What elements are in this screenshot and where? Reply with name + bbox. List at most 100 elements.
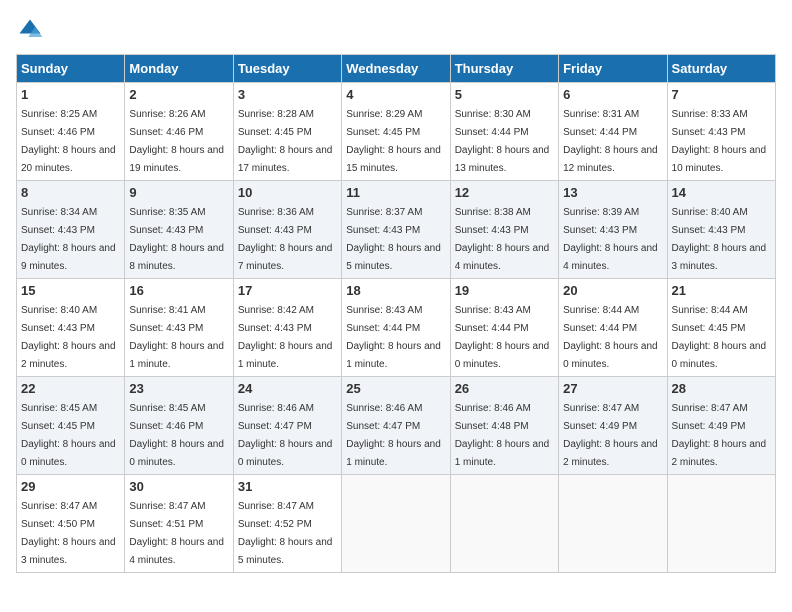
day-number: 8 (21, 185, 120, 200)
day-info: Sunrise: 8:46 AMSunset: 4:48 PMDaylight:… (455, 403, 550, 468)
calendar-week-5: 29 Sunrise: 8:47 AMSunset: 4:50 PMDaylig… (17, 475, 776, 573)
day-info: Sunrise: 8:46 AMSunset: 4:47 PMDaylight:… (346, 403, 441, 468)
day-number: 30 (129, 479, 228, 494)
day-number: 4 (346, 87, 445, 102)
weekday-header-saturday: Saturday (667, 55, 775, 83)
day-info: Sunrise: 8:44 AMSunset: 4:45 PMDaylight:… (672, 305, 767, 370)
calendar-cell: 10 Sunrise: 8:36 AMSunset: 4:43 PMDaylig… (233, 181, 341, 279)
calendar-cell: 11 Sunrise: 8:37 AMSunset: 4:43 PMDaylig… (342, 181, 450, 279)
day-info: Sunrise: 8:43 AMSunset: 4:44 PMDaylight:… (346, 305, 441, 370)
calendar-cell: 20 Sunrise: 8:44 AMSunset: 4:44 PMDaylig… (559, 279, 667, 377)
page-header (16, 16, 776, 44)
day-info: Sunrise: 8:44 AMSunset: 4:44 PMDaylight:… (563, 305, 658, 370)
calendar-week-3: 15 Sunrise: 8:40 AMSunset: 4:43 PMDaylig… (17, 279, 776, 377)
day-number: 5 (455, 87, 554, 102)
calendar-cell: 26 Sunrise: 8:46 AMSunset: 4:48 PMDaylig… (450, 377, 558, 475)
day-number: 29 (21, 479, 120, 494)
day-number: 26 (455, 381, 554, 396)
day-number: 13 (563, 185, 662, 200)
calendar-cell: 17 Sunrise: 8:42 AMSunset: 4:43 PMDaylig… (233, 279, 341, 377)
day-info: Sunrise: 8:46 AMSunset: 4:47 PMDaylight:… (238, 403, 333, 468)
day-info: Sunrise: 8:40 AMSunset: 4:43 PMDaylight:… (21, 305, 116, 370)
calendar-cell: 9 Sunrise: 8:35 AMSunset: 4:43 PMDayligh… (125, 181, 233, 279)
day-info: Sunrise: 8:28 AMSunset: 4:45 PMDaylight:… (238, 109, 333, 174)
weekday-header-tuesday: Tuesday (233, 55, 341, 83)
day-info: Sunrise: 8:29 AMSunset: 4:45 PMDaylight:… (346, 109, 441, 174)
day-number: 24 (238, 381, 337, 396)
calendar-cell (667, 475, 775, 573)
calendar-cell: 5 Sunrise: 8:30 AMSunset: 4:44 PMDayligh… (450, 83, 558, 181)
weekday-header-thursday: Thursday (450, 55, 558, 83)
calendar-cell: 13 Sunrise: 8:39 AMSunset: 4:43 PMDaylig… (559, 181, 667, 279)
day-number: 6 (563, 87, 662, 102)
calendar-cell: 6 Sunrise: 8:31 AMSunset: 4:44 PMDayligh… (559, 83, 667, 181)
day-info: Sunrise: 8:26 AMSunset: 4:46 PMDaylight:… (129, 109, 224, 174)
day-number: 2 (129, 87, 228, 102)
calendar-cell (450, 475, 558, 573)
day-number: 12 (455, 185, 554, 200)
day-info: Sunrise: 8:47 AMSunset: 4:49 PMDaylight:… (672, 403, 767, 468)
calendar-cell: 18 Sunrise: 8:43 AMSunset: 4:44 PMDaylig… (342, 279, 450, 377)
weekday-header-sunday: Sunday (17, 55, 125, 83)
calendar-week-1: 1 Sunrise: 8:25 AMSunset: 4:46 PMDayligh… (17, 83, 776, 181)
day-number: 7 (672, 87, 771, 102)
day-info: Sunrise: 8:47 AMSunset: 4:50 PMDaylight:… (21, 501, 116, 566)
day-info: Sunrise: 8:45 AMSunset: 4:45 PMDaylight:… (21, 403, 116, 468)
day-number: 25 (346, 381, 445, 396)
calendar-cell: 19 Sunrise: 8:43 AMSunset: 4:44 PMDaylig… (450, 279, 558, 377)
calendar-cell: 12 Sunrise: 8:38 AMSunset: 4:43 PMDaylig… (450, 181, 558, 279)
day-info: Sunrise: 8:37 AMSunset: 4:43 PMDaylight:… (346, 207, 441, 272)
day-number: 16 (129, 283, 228, 298)
calendar-cell: 2 Sunrise: 8:26 AMSunset: 4:46 PMDayligh… (125, 83, 233, 181)
calendar-cell: 1 Sunrise: 8:25 AMSunset: 4:46 PMDayligh… (17, 83, 125, 181)
day-info: Sunrise: 8:47 AMSunset: 4:49 PMDaylight:… (563, 403, 658, 468)
calendar-cell: 27 Sunrise: 8:47 AMSunset: 4:49 PMDaylig… (559, 377, 667, 475)
calendar-cell: 22 Sunrise: 8:45 AMSunset: 4:45 PMDaylig… (17, 377, 125, 475)
day-number: 27 (563, 381, 662, 396)
day-info: Sunrise: 8:41 AMSunset: 4:43 PMDaylight:… (129, 305, 224, 370)
day-info: Sunrise: 8:39 AMSunset: 4:43 PMDaylight:… (563, 207, 658, 272)
calendar-cell: 24 Sunrise: 8:46 AMSunset: 4:47 PMDaylig… (233, 377, 341, 475)
day-number: 17 (238, 283, 337, 298)
day-number: 21 (672, 283, 771, 298)
calendar-cell: 23 Sunrise: 8:45 AMSunset: 4:46 PMDaylig… (125, 377, 233, 475)
weekday-header-friday: Friday (559, 55, 667, 83)
calendar-cell: 8 Sunrise: 8:34 AMSunset: 4:43 PMDayligh… (17, 181, 125, 279)
calendar-cell: 14 Sunrise: 8:40 AMSunset: 4:43 PMDaylig… (667, 181, 775, 279)
day-number: 10 (238, 185, 337, 200)
calendar-cell: 29 Sunrise: 8:47 AMSunset: 4:50 PMDaylig… (17, 475, 125, 573)
day-info: Sunrise: 8:33 AMSunset: 4:43 PMDaylight:… (672, 109, 767, 174)
day-number: 19 (455, 283, 554, 298)
day-info: Sunrise: 8:47 AMSunset: 4:51 PMDaylight:… (129, 501, 224, 566)
calendar-cell: 3 Sunrise: 8:28 AMSunset: 4:45 PMDayligh… (233, 83, 341, 181)
day-number: 3 (238, 87, 337, 102)
calendar-cell: 21 Sunrise: 8:44 AMSunset: 4:45 PMDaylig… (667, 279, 775, 377)
day-number: 15 (21, 283, 120, 298)
calendar-week-2: 8 Sunrise: 8:34 AMSunset: 4:43 PMDayligh… (17, 181, 776, 279)
day-number: 9 (129, 185, 228, 200)
day-info: Sunrise: 8:36 AMSunset: 4:43 PMDaylight:… (238, 207, 333, 272)
day-info: Sunrise: 8:38 AMSunset: 4:43 PMDaylight:… (455, 207, 550, 272)
day-info: Sunrise: 8:47 AMSunset: 4:52 PMDaylight:… (238, 501, 333, 566)
logo (16, 16, 48, 44)
calendar-cell: 16 Sunrise: 8:41 AMSunset: 4:43 PMDaylig… (125, 279, 233, 377)
day-info: Sunrise: 8:25 AMSunset: 4:46 PMDaylight:… (21, 109, 116, 174)
day-number: 28 (672, 381, 771, 396)
day-number: 22 (21, 381, 120, 396)
calendar-cell: 30 Sunrise: 8:47 AMSunset: 4:51 PMDaylig… (125, 475, 233, 573)
weekday-header-monday: Monday (125, 55, 233, 83)
day-info: Sunrise: 8:30 AMSunset: 4:44 PMDaylight:… (455, 109, 550, 174)
calendar-header-row: SundayMondayTuesdayWednesdayThursdayFrid… (17, 55, 776, 83)
day-number: 1 (21, 87, 120, 102)
calendar-cell (342, 475, 450, 573)
day-info: Sunrise: 8:45 AMSunset: 4:46 PMDaylight:… (129, 403, 224, 468)
day-info: Sunrise: 8:34 AMSunset: 4:43 PMDaylight:… (21, 207, 116, 272)
calendar-table: SundayMondayTuesdayWednesdayThursdayFrid… (16, 54, 776, 573)
calendar-week-4: 22 Sunrise: 8:45 AMSunset: 4:45 PMDaylig… (17, 377, 776, 475)
weekday-header-wednesday: Wednesday (342, 55, 450, 83)
day-number: 14 (672, 185, 771, 200)
logo-icon (16, 16, 44, 44)
calendar-cell: 25 Sunrise: 8:46 AMSunset: 4:47 PMDaylig… (342, 377, 450, 475)
day-info: Sunrise: 8:43 AMSunset: 4:44 PMDaylight:… (455, 305, 550, 370)
calendar-cell (559, 475, 667, 573)
